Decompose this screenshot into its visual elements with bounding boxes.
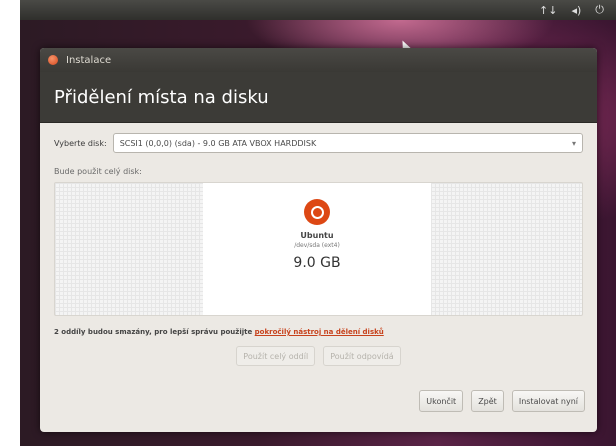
partition-block[interactable]: Ubuntu /dev/sda (ext4) 9.0 GB bbox=[203, 183, 431, 315]
ubuntu-logo-icon bbox=[304, 199, 330, 225]
power-icon[interactable]: ⏻ bbox=[595, 3, 604, 17]
disk-partition-view: Ubuntu /dev/sda (ext4) 9.0 GB bbox=[54, 182, 583, 316]
partition-device: /dev/sda (ext4) bbox=[294, 242, 340, 249]
disk-select-dropdown[interactable]: SCSI1 (0,0,0) (sda) - 9.0 GB ATA VBOX HA… bbox=[112, 133, 583, 153]
warning-message: 2 oddíly budou smazány, pro lepší správu… bbox=[54, 328, 255, 336]
disk-select-row: Vyberte disk: SCSI1 (0,0,0) (sda) - 9.0 … bbox=[54, 133, 583, 153]
main-content: Vyberte disk: SCSI1 (0,0,0) (sda) - 9.0 … bbox=[40, 123, 597, 366]
installer-window: Instalace Přidělení místa na disku Vyber… bbox=[40, 48, 597, 432]
partition-size: 9.0 GB bbox=[293, 255, 341, 271]
title-bar: Instalace bbox=[40, 48, 597, 72]
partition-name: Ubuntu bbox=[300, 231, 334, 240]
disk-select-value: SCSI1 (0,0,0) (sda) - 9.0 GB ATA VBOX HA… bbox=[119, 138, 317, 148]
network-icon[interactable]: ↑↓ bbox=[539, 4, 557, 17]
window-title: Instalace bbox=[66, 54, 112, 66]
disk-select-label: Vyberte disk: bbox=[54, 138, 107, 148]
whole-disk-label: Bude použit celý disk: bbox=[54, 167, 142, 176]
install-now-button[interactable]: Instalovat nyní bbox=[511, 390, 585, 412]
dialog-buttons: Ukončit Zpět Instalovat nyní bbox=[419, 390, 585, 412]
partition-buttons: Použít celý oddíl Použít odpovídá bbox=[54, 346, 583, 366]
quit-button[interactable]: Ukončit bbox=[419, 390, 464, 412]
use-part-button[interactable]: Použít odpovídá bbox=[323, 346, 401, 366]
warning-text: 2 oddíly budou smazány, pro lepší správu… bbox=[54, 328, 583, 336]
back-button[interactable]: Zpět bbox=[471, 390, 504, 412]
use-all-button[interactable]: Použít celý oddíl bbox=[236, 346, 316, 366]
close-icon[interactable] bbox=[48, 55, 58, 65]
top-panel: ↑↓ ◂) ⏻ bbox=[20, 0, 616, 20]
advanced-partitioning-link[interactable]: pokročilý nástroj na dělení disků bbox=[255, 328, 384, 336]
page-title: Přidělení místa na disku bbox=[40, 72, 597, 123]
chevron-down-icon: ▾ bbox=[571, 138, 576, 148]
sound-icon[interactable]: ◂) bbox=[571, 4, 581, 17]
